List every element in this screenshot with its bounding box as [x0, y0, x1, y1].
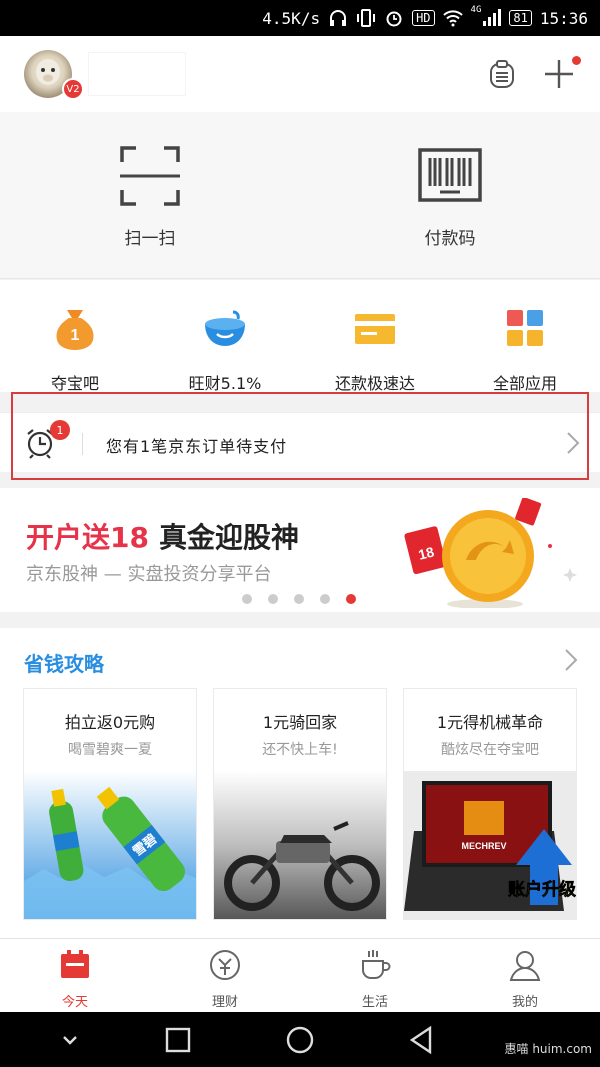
top-header: V2: [0, 36, 600, 112]
quick-actions: 扫一扫 付款码: [0, 112, 600, 279]
banner-headline-red: 开户送18: [26, 521, 149, 554]
watermark: 惠喵 huim.com: [504, 1042, 593, 1056]
app-duobao[interactable]: 1 夺宝吧: [0, 280, 150, 393]
new-indicator-dot: [572, 56, 581, 65]
app-all-apps[interactable]: 全部应用: [450, 280, 600, 393]
coffee-cup-icon: [362, 950, 391, 979]
bowl-icon: [205, 310, 245, 346]
banner-headline-black: 真金迎股神: [158, 521, 299, 554]
gold-coin-illustration: 18: [404, 498, 577, 608]
recent-apps-icon[interactable]: [162, 1024, 194, 1056]
card-subtitle: 还不快上车!: [262, 742, 338, 758]
pagination-dot-active[interactable]: [346, 594, 356, 604]
section-title: 省钱攻略: [24, 652, 104, 676]
upgrade-badge-text: 账户升级: [508, 879, 576, 900]
soda-bottles-image: 雪碧: [24, 771, 196, 919]
message-clipboard-icon: [490, 60, 514, 88]
promo-card[interactable]: 1元得机械革命 酷炫尽在夺宝吧 MECHREV 账户升级: [403, 688, 577, 920]
message-button[interactable]: [484, 56, 520, 92]
promo-card[interactable]: 1元骑回家 还不快上车!: [213, 688, 387, 920]
pagination-dot[interactable]: [242, 594, 252, 604]
tab-label: 生活: [361, 995, 388, 1010]
network-type: 4G: [470, 5, 482, 15]
promo-card[interactable]: 拍立返0元购 喝雪碧爽一夏 雪碧: [23, 688, 197, 920]
grid-apps-icon: [507, 310, 543, 346]
banner-pagination: [242, 594, 356, 604]
wifi-icon: [442, 10, 463, 27]
notice-count-badge: 1: [50, 420, 70, 440]
pay-code-button[interactable]: 付款码: [300, 112, 600, 279]
scan-button[interactable]: 扫一扫: [0, 112, 300, 279]
barcode-icon: [418, 148, 482, 202]
hd-badge: HD: [412, 10, 435, 26]
net-speed: 4.5K/s: [262, 8, 321, 28]
chevron-right-icon: [567, 432, 580, 454]
card-title: 拍立返0元购: [64, 713, 156, 732]
app-label: 还款极速达: [334, 374, 415, 393]
divider: [82, 433, 83, 455]
headphones-icon: [330, 10, 347, 26]
chevron-right-icon[interactable]: [564, 648, 578, 672]
vip-level-badge: V2: [62, 78, 84, 100]
tab-label: 我的: [511, 995, 538, 1010]
tab-finance[interactable]: 理财: [150, 939, 300, 1013]
tab-label: 理财: [211, 995, 238, 1010]
pagination-dot[interactable]: [268, 594, 278, 604]
app-label: 全部应用: [492, 374, 557, 393]
card-title: 1元骑回家: [262, 713, 338, 732]
calendar-icon: [61, 950, 89, 978]
tab-today[interactable]: 今天: [0, 939, 150, 1013]
wealth-icon: [210, 950, 240, 980]
tab-label: 今天: [61, 995, 88, 1010]
username: [88, 52, 186, 96]
clock: 15:36: [539, 8, 588, 28]
pagination-dot[interactable]: [294, 594, 304, 604]
card-subtitle: 喝雪碧爽一夏: [68, 742, 152, 758]
banner-headline: 开户送18 真金迎股神: [26, 516, 299, 556]
savings-section: 省钱攻略 拍立返0元购 喝雪碧爽一夏 雪碧 1元骑回家 还不快上车! 1元得机械…: [0, 628, 600, 938]
tab-mine[interactable]: 我的: [450, 939, 600, 1013]
battery-level: 81: [509, 10, 532, 26]
tab-life[interactable]: 生活: [300, 939, 450, 1013]
card-icon: [355, 314, 395, 344]
card-subtitle: 酷炫尽在夺宝吧: [441, 742, 539, 758]
back-icon[interactable]: [406, 1024, 438, 1056]
user-icon: [509, 951, 541, 981]
plus-icon: [545, 60, 573, 88]
pending-order-notice[interactable]: 1 您有1笔京东订单待支付: [0, 412, 600, 472]
home-icon[interactable]: [284, 1024, 316, 1056]
scan-label: 扫一扫: [124, 229, 176, 249]
screen: 4.5K/s HD 4G 81 15:36 V2 扫一扫 付款码 1 夺宝吧 旺…: [0, 0, 600, 1067]
laptop-logo: MECHREV: [461, 841, 506, 851]
money-bag-icon: 1: [56, 310, 94, 350]
bottom-tab-bar: 今天 理财 生活 我的: [0, 938, 600, 1012]
alarm-icon: [386, 11, 402, 27]
app-grid: 1 夺宝吧 旺财5.1% 还款极速达 全部应用: [0, 280, 600, 393]
signal-icon: [483, 9, 502, 26]
notice-message: 您有1笔京东订单待支付: [106, 437, 288, 456]
money-bag-number: 1: [71, 327, 80, 344]
status-bar: 4.5K/s HD 4G 81 15:36: [0, 0, 600, 36]
banner-subtitle: 京东股神 — 实盘投资分享平台: [26, 564, 272, 585]
pagination-dot[interactable]: [320, 594, 330, 604]
motorcycle-image: [214, 771, 386, 919]
laptop-image: MECHREV 账户升级: [404, 771, 576, 919]
scan-icon: [120, 146, 180, 206]
app-wangcai[interactable]: 旺财5.1%: [150, 280, 300, 393]
app-label: 夺宝吧: [50, 374, 99, 393]
app-label: 旺财5.1%: [188, 374, 262, 393]
hide-keyboard-icon[interactable]: [54, 1024, 86, 1056]
vibrate-icon: [357, 9, 376, 27]
card-title: 1元得机械革命: [436, 713, 544, 732]
pay-code-label: 付款码: [424, 229, 476, 249]
app-repayment[interactable]: 还款极速达: [300, 280, 450, 393]
